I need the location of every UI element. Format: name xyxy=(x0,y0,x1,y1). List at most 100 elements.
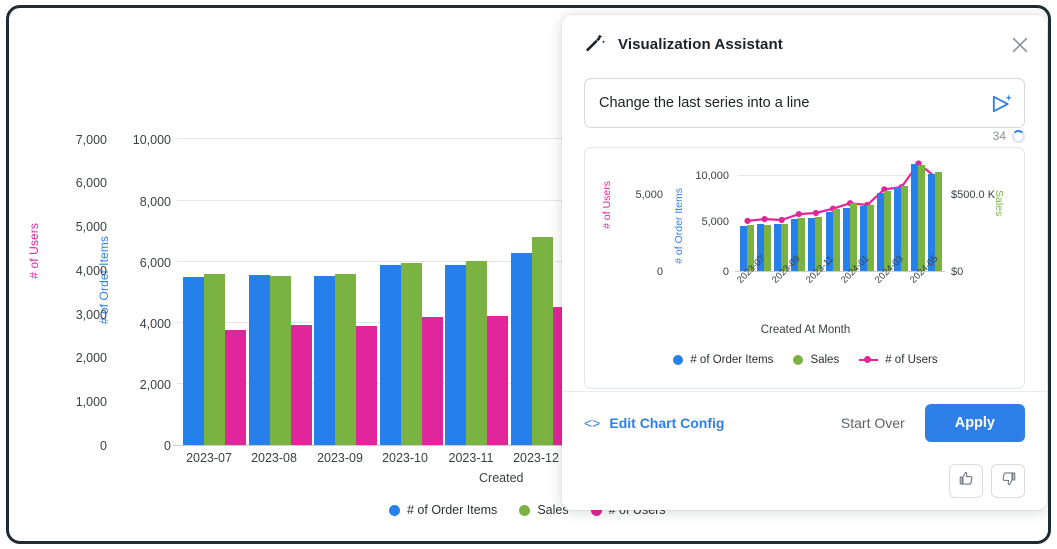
preview-bar-group[interactable] xyxy=(842,158,857,271)
main-bar-group[interactable] xyxy=(379,138,443,445)
preview-ytick-items-5000: 5,000 xyxy=(701,216,729,228)
main-bar-order-items[interactable] xyxy=(379,265,401,445)
main-bar-order-items[interactable] xyxy=(183,277,204,445)
main-plot-area xyxy=(177,138,569,445)
preview-bar-order-items[interactable] xyxy=(774,224,782,271)
preview-bar-group[interactable] xyxy=(774,158,789,271)
main-bar-users[interactable] xyxy=(487,316,508,445)
start-over-button[interactable]: Start Over xyxy=(841,415,905,431)
main-bar-users[interactable] xyxy=(225,330,246,445)
char-counter: 34 xyxy=(992,129,1006,143)
main-xaxis-line xyxy=(173,445,567,446)
preview-bar-order-items[interactable] xyxy=(876,193,884,271)
main-bar-order-items[interactable] xyxy=(445,265,466,445)
ytick-items-8000: 8,000 xyxy=(139,195,171,209)
preview-plot-area xyxy=(738,158,944,271)
preview-bar-group[interactable] xyxy=(911,158,925,271)
legend-label: # of Order Items xyxy=(407,503,498,517)
main-bar-sales[interactable] xyxy=(531,237,553,445)
main-bar-order-items[interactable] xyxy=(314,275,335,445)
legend-circle-icon xyxy=(519,504,531,516)
edit-chart-config-label: Edit Chart Config xyxy=(609,415,725,431)
ytick-users-6000: 6,000 xyxy=(75,176,107,190)
main-bar-users[interactable] xyxy=(290,324,312,445)
preview-axis-title-order-items: # of Order Items xyxy=(673,188,685,264)
preview-bar-order-items[interactable] xyxy=(740,225,747,271)
prompt-input[interactable]: Change the last series into a line xyxy=(584,78,1025,128)
feedback-buttons xyxy=(949,464,1025,498)
preview-ytick-users-5000: 5,000 xyxy=(635,189,663,201)
ytick-users-4000: 4,000 xyxy=(75,264,107,278)
ytick-items-6000: 6,000 xyxy=(139,256,171,270)
loading-spinner-icon xyxy=(1012,129,1025,143)
char-counter-row: 34 xyxy=(993,129,1025,143)
prompt-input-value: Change the last series into a line xyxy=(599,95,810,111)
ytick-items-4000: 4,000 xyxy=(139,317,171,331)
main-bar-group[interactable] xyxy=(445,138,508,445)
legend-line-dot-icon xyxy=(859,355,879,365)
legend-item-order-items[interactable]: # of Order Items xyxy=(389,503,497,517)
preview-xaxis-title: Created At Month xyxy=(760,324,851,336)
screenshot-root: # of Users # of Order Items 0 1,000 2,00… xyxy=(0,0,1057,549)
preview-bar-sales[interactable] xyxy=(918,165,925,271)
preview-bar-group[interactable] xyxy=(740,158,754,271)
preview-legend-item-order-items[interactable]: # of Order Items xyxy=(673,354,773,366)
ytick-users-1000: 1,000 xyxy=(75,395,107,409)
main-bar-group[interactable] xyxy=(183,138,246,445)
preview-bar-sales[interactable] xyxy=(883,191,891,271)
preview-bar-group[interactable] xyxy=(876,158,891,271)
legend-label: # of Users xyxy=(885,354,938,366)
panel-header: Visualization Assistant xyxy=(562,15,1047,73)
legend-item-sales[interactable]: Sales xyxy=(519,503,569,517)
ytick-users-7000: 7,000 xyxy=(75,133,107,147)
main-bar-group[interactable] xyxy=(510,138,569,445)
preview-ytick-items-10000: 10,000 xyxy=(695,170,729,182)
preview-bar-group[interactable] xyxy=(808,158,823,271)
edit-chart-config-button[interactable]: <> Edit Chart Config xyxy=(584,415,724,431)
visualization-assistant-panel: Visualization Assistant Change the last … xyxy=(562,15,1047,510)
ytick-items-2000: 2,000 xyxy=(139,378,171,392)
main-bar-sales[interactable] xyxy=(466,260,487,445)
thumbs-down-button[interactable] xyxy=(991,464,1025,498)
main-bar-sales[interactable] xyxy=(204,274,225,445)
preview-chart-legend[interactable]: # of Order Items Sales # of Users xyxy=(585,354,1024,366)
thumbs-down-icon xyxy=(1000,470,1017,492)
preview-legend-item-users[interactable]: # of Users xyxy=(859,354,938,366)
legend-circle-icon xyxy=(389,504,400,516)
thumbs-up-button[interactable] xyxy=(949,464,983,498)
preview-ytick-sales-500k: $500.0 K xyxy=(951,189,996,201)
code-brackets-icon: <> xyxy=(584,415,601,431)
preview-bar-order-items[interactable] xyxy=(842,207,850,271)
preview-ytick-sales-0: $0 xyxy=(951,266,964,278)
main-bar-order-items[interactable] xyxy=(510,252,532,445)
main-bar-sales[interactable] xyxy=(400,262,422,445)
ytick-users-2000: 2,000 xyxy=(75,351,107,365)
chart-preview-card[interactable]: # of Users # of Order Items Sales 0 5,00… xyxy=(584,147,1025,389)
ytick-items-10000: 10,000 xyxy=(132,133,171,147)
apply-button[interactable]: Apply xyxy=(924,404,1025,442)
main-bar-users[interactable] xyxy=(356,325,377,445)
main-bar-sales[interactable] xyxy=(269,275,291,445)
send-sparkle-icon[interactable] xyxy=(989,92,1014,117)
main-bar-group[interactable] xyxy=(314,138,377,445)
preview-axis-title-users: # of Users xyxy=(601,181,613,229)
ytick-users-0: 0 xyxy=(100,439,107,453)
preview-legend-item-sales[interactable]: Sales xyxy=(793,354,839,366)
main-bar-order-items[interactable] xyxy=(248,275,270,445)
main-bar-users[interactable] xyxy=(421,317,443,445)
main-bar-group[interactable] xyxy=(248,138,312,445)
main-bar-sales[interactable] xyxy=(335,274,356,445)
panel-title: Visualization Assistant xyxy=(618,35,783,53)
panel-action-bar: <> Edit Chart Config Start Over Apply xyxy=(562,391,1047,454)
thumbs-up-icon xyxy=(958,470,975,492)
legend-circle-icon xyxy=(793,355,804,365)
ytick-items-0: 0 xyxy=(164,439,171,453)
close-icon[interactable] xyxy=(1009,34,1031,56)
app-window-frame: # of Users # of Order Items 0 1,000 2,00… xyxy=(6,5,1051,544)
preview-bar-order-items[interactable] xyxy=(911,164,918,271)
preview-ytick-users-0: 0 xyxy=(656,266,663,278)
legend-circle-icon xyxy=(673,355,684,365)
preview-bar-order-items[interactable] xyxy=(808,217,816,271)
preview-bar-sales[interactable] xyxy=(764,224,772,271)
ytick-users-3000: 3,000 xyxy=(75,308,107,322)
